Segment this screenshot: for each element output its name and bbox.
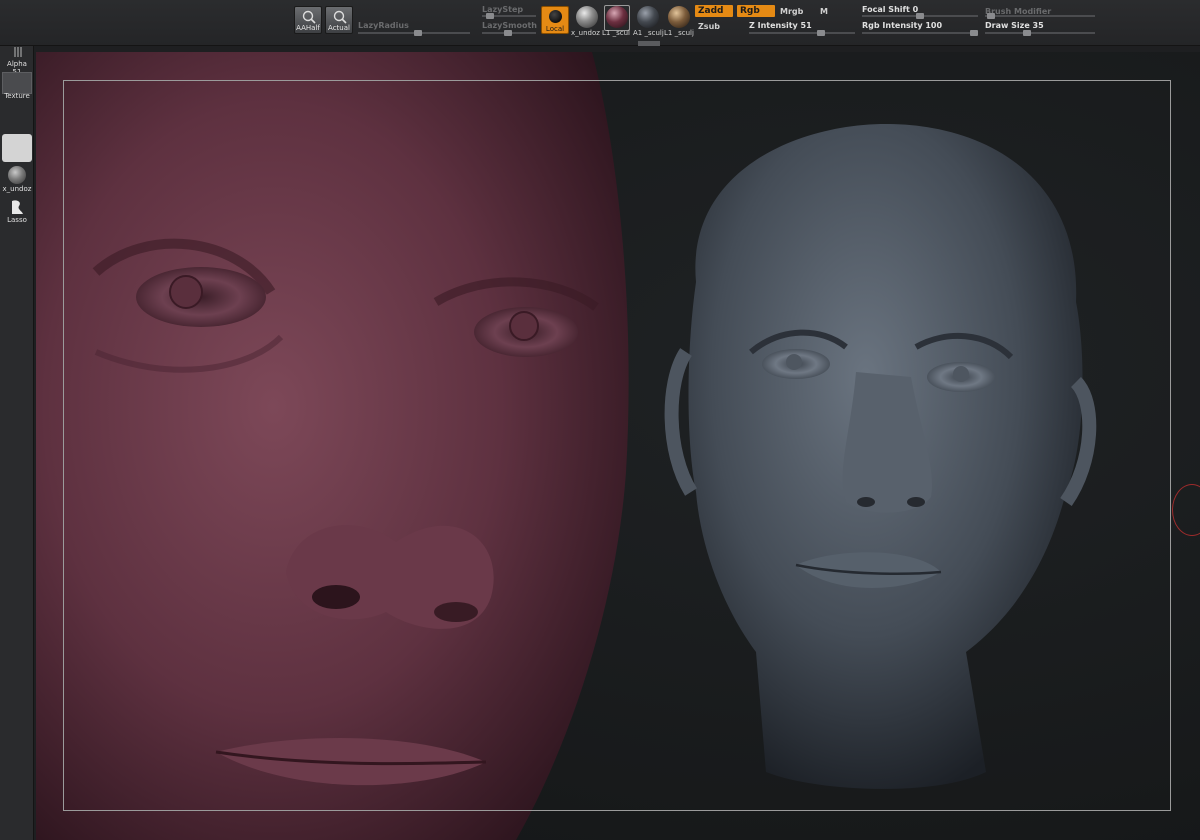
alpha-slot[interactable]: Alpha 51 (2, 46, 32, 76)
local-button[interactable]: Local (541, 6, 569, 34)
draw-size-slider[interactable] (985, 30, 1095, 36)
lazy-step-knob[interactable] (486, 13, 494, 19)
focal-shift-slider[interactable] (862, 13, 978, 19)
magnify-actual-icon (333, 10, 347, 24)
m-toggle[interactable]: M (820, 7, 828, 16)
stroke-label: Lasso (7, 216, 27, 224)
zsub-toggle[interactable]: Zsub (698, 22, 720, 31)
tray-grip-handle[interactable] (638, 41, 660, 46)
local-globe-icon (549, 10, 562, 23)
material-sphere[interactable] (606, 6, 628, 28)
rgb-intensity-label: Rgb Intensity 100 (862, 21, 943, 30)
brush-slot[interactable] (8, 166, 26, 184)
material-sphere[interactable] (637, 6, 659, 28)
mrgb-toggle[interactable]: Mrgb (780, 7, 803, 16)
zadd-toggle[interactable]: Zadd (695, 5, 733, 17)
alpha-grip-icon (14, 47, 22, 57)
brush-modifier-slider[interactable] (985, 13, 1095, 19)
material-sphere[interactable] (668, 6, 690, 28)
lazy-radius-slider[interactable] (358, 30, 470, 36)
z-intensity-slider[interactable] (749, 30, 855, 36)
material-label: A1 _sculj (633, 29, 664, 37)
rgb-intensity-slider[interactable] (862, 30, 978, 36)
color-swatch[interactable] (2, 134, 32, 162)
lazy-smooth-label: LazySmooth (482, 21, 537, 30)
lazy-smooth-knob[interactable] (504, 30, 512, 36)
draw-size-knob[interactable] (1023, 30, 1031, 36)
brush-modifier-knob[interactable] (987, 13, 995, 19)
brush-sphere[interactable] (576, 6, 598, 28)
material-label: L1 _sculj (664, 29, 694, 37)
left-shelf: Alpha 51 Texture x_undoz Lasso (0, 46, 34, 840)
lazy-smooth-slider[interactable] (482, 30, 536, 36)
magnify-half-icon (302, 10, 316, 24)
material-label: x_undoz (571, 29, 600, 37)
texture-slot[interactable] (2, 72, 32, 94)
aahalf-label: AAHalf (296, 24, 320, 32)
focal-shift-label: Focal Shift 0 (862, 5, 919, 14)
rgb-toggle[interactable]: Rgb (737, 5, 775, 17)
texture-label: Texture (4, 92, 30, 100)
lazy-radius-knob[interactable] (414, 30, 422, 36)
aahalf-button[interactable]: AAHalf (294, 6, 322, 34)
document-frame (63, 80, 1171, 811)
material-label: L1 _scul (602, 29, 630, 37)
top-toolbar: AAHalf Actual LazyRadius LazyStep LazySm… (0, 0, 1200, 46)
z-intensity-knob[interactable] (817, 30, 825, 36)
actual-button[interactable]: Actual (325, 6, 353, 34)
viewport-canvas[interactable] (36, 52, 1200, 840)
draw-size-label: Draw Size 35 (985, 21, 1044, 30)
focal-shift-knob[interactable] (916, 13, 924, 19)
local-label: Local (545, 25, 565, 33)
lasso-icon[interactable] (8, 198, 26, 216)
actual-label: Actual (328, 24, 350, 32)
z-intensity-label: Z Intensity 51 (749, 21, 812, 30)
lazy-radius-label: LazyRadius (358, 21, 409, 30)
brush-label: x_undoz (2, 185, 32, 193)
rgb-intensity-knob[interactable] (970, 30, 978, 36)
lazy-step-slider[interactable] (482, 13, 536, 19)
